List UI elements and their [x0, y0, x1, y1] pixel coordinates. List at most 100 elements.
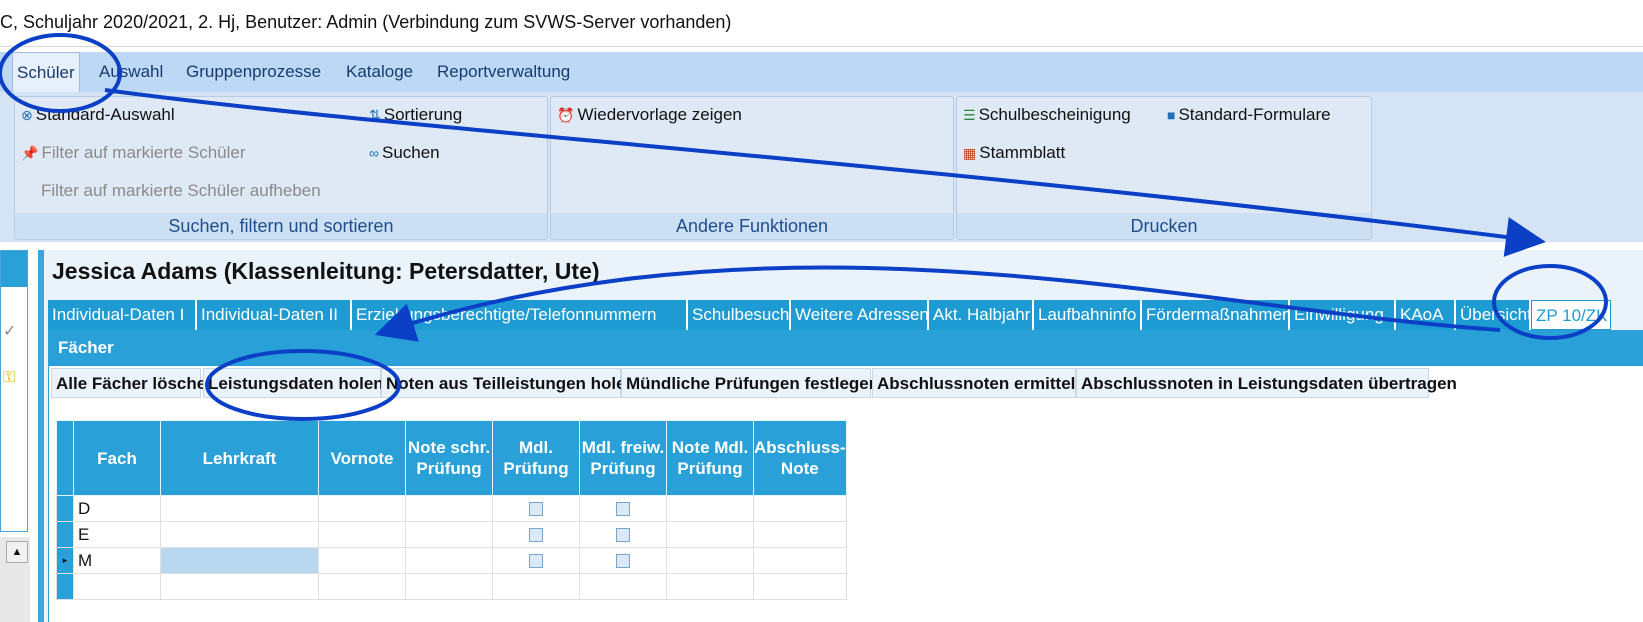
oral-exams-button[interactable]: Mündliche Prüfungen festlegen: [621, 368, 879, 398]
row-indicator-header: [56, 420, 74, 496]
checkbox[interactable]: [529, 502, 543, 517]
cell-abschlussnote[interactable]: [753, 495, 847, 522]
column-header-mdl-freiw[interactable]: Mdl. freiw. Prüfung: [579, 420, 667, 496]
tab-individual-daten-2[interactable]: Individual-Daten II: [197, 300, 352, 330]
cell-note-mdl[interactable]: [666, 573, 754, 600]
chart-icon: ▦: [963, 145, 977, 161]
grades-from-partial-button[interactable]: Noten aus Teilleistungen holen: [381, 368, 636, 398]
ribbon-group-other: ⏰ Wiedervorlage zeigen Andere Funktionen: [550, 96, 954, 240]
menu-tab-gruppenprozesse[interactable]: Gruppenprozesse: [182, 52, 325, 92]
column-header-mdl-pruefung[interactable]: Mdl. Prüfung: [492, 420, 580, 496]
cell-fach[interactable]: E: [73, 521, 161, 548]
tab-uebersicht[interactable]: Übersicht: [1456, 300, 1532, 330]
determine-final-grades-button[interactable]: Abschlussnoten ermitteln: [872, 368, 1086, 398]
checkbox[interactable]: [616, 528, 630, 543]
cell-mdl-freiw[interactable]: [579, 495, 667, 522]
table-row[interactable]: ▸ M: [56, 547, 847, 574]
checkbox[interactable]: [616, 554, 630, 569]
cell-fach[interactable]: D: [73, 495, 161, 522]
cell-note-mdl[interactable]: [666, 547, 754, 574]
tab-schulbesuch[interactable]: Schulbesuch: [688, 300, 791, 330]
cell-mdl-pruefung[interactable]: [492, 547, 580, 574]
cell-mdl-freiw[interactable]: [579, 521, 667, 548]
cell-vornote[interactable]: [318, 495, 406, 522]
sort-button[interactable]: ⇅ Sortierung: [369, 105, 462, 125]
cell-note-mdl[interactable]: [666, 521, 754, 548]
scroll-up-icon[interactable]: ▲: [6, 541, 28, 563]
tab-erziehungsberechtigte[interactable]: Erziehungsberechtigte/Telefonnummern: [352, 300, 688, 330]
filter-marked-button[interactable]: 📌 Filter auf markierte Schüler: [21, 143, 246, 163]
menu-tab-kataloge[interactable]: Kataloge: [342, 52, 417, 92]
cell-abschlussnote[interactable]: [753, 521, 847, 548]
menu-tab-auswahl[interactable]: Auswahl: [95, 52, 167, 92]
cell-note-mdl[interactable]: [666, 495, 754, 522]
cell-vornote[interactable]: [318, 573, 406, 600]
cell-fach[interactable]: [73, 573, 161, 600]
cell-abschlussnote[interactable]: [753, 547, 847, 574]
cell-mdl-freiw[interactable]: [579, 547, 667, 574]
tab-akt-halbjahr[interactable]: Akt. Halbjahr: [929, 300, 1034, 330]
cell-note-schr[interactable]: [405, 521, 493, 548]
column-header-note-mdl[interactable]: Note Mdl. Prüfung: [666, 420, 754, 496]
tab-zp10-zk[interactable]: ZP 10/ZK: [1531, 300, 1611, 330]
delete-all-subjects-button[interactable]: Alle Fächer löschen: [51, 368, 217, 398]
cell-note-schr[interactable]: [405, 573, 493, 600]
column-header-abschlussnote[interactable]: Abschluss-Note: [753, 420, 847, 496]
resubmission-button[interactable]: ⏰ Wiedervorlage zeigen: [557, 105, 742, 125]
row-indicator: [56, 495, 74, 522]
cell-mdl-pruefung[interactable]: [492, 573, 580, 600]
ribbon-group-search: ⊗ Standard-Auswahl 📌 Filter auf markierte …: [14, 96, 548, 240]
certificate-icon: ☰: [963, 107, 976, 123]
standard-selection-button[interactable]: ⊗ Standard-Auswahl: [21, 105, 175, 125]
cell-abschlussnote[interactable]: [753, 573, 847, 600]
search-button[interactable]: ∞ Suchen: [369, 143, 440, 163]
tab-individual-daten-1[interactable]: Individual-Daten I: [48, 300, 197, 330]
column-header-note-schr[interactable]: Note schr. Prüfung: [405, 420, 493, 496]
checkbox[interactable]: [529, 554, 543, 569]
checkbox[interactable]: [616, 502, 630, 517]
student-title: Jessica Adams (Klassenleitung: Petersdat…: [52, 258, 600, 284]
reset-icon: ⊗: [21, 107, 33, 123]
table-row[interactable]: E: [56, 521, 847, 548]
fetch-performance-data-button[interactable]: Leistungsdaten holen: [203, 368, 384, 398]
tab-foerdermassnahmen[interactable]: Fördermaßnahmen: [1142, 300, 1292, 330]
certificate-button[interactable]: ☰ Schulbescheinigung: [963, 105, 1131, 125]
cell-mdl-freiw[interactable]: [579, 573, 667, 600]
student-list-header: [1, 251, 27, 287]
cell-lehrkraft[interactable]: [160, 547, 319, 574]
cell-note-schr[interactable]: [405, 495, 493, 522]
column-header-fach[interactable]: Fach: [73, 420, 161, 496]
cell-mdl-pruefung[interactable]: [492, 521, 580, 548]
cell-note-schr[interactable]: [405, 547, 493, 574]
cell-mdl-pruefung[interactable]: [492, 495, 580, 522]
title-bar: C, Schuljahr 2020/2021, 2. Hj, Benutzer:…: [0, 0, 1643, 47]
student-list-pane: ✓ ⚿: [0, 250, 28, 532]
column-header-lehrkraft[interactable]: Lehrkraft: [160, 420, 319, 496]
menu-tab-schueler[interactable]: Schüler: [12, 52, 80, 93]
column-header-vornote[interactable]: Vornote: [318, 420, 406, 496]
tab-kaoa[interactable]: KAoA: [1396, 300, 1456, 330]
cell-vornote[interactable]: [318, 547, 406, 574]
menu-tab-reportverwaltung[interactable]: Reportverwaltung: [433, 52, 574, 92]
table-row[interactable]: D: [56, 495, 847, 522]
filter-remove-button[interactable]: Filter auf markierte Schüler aufheben: [41, 181, 321, 201]
checkbox[interactable]: [529, 528, 543, 543]
subjects-table: Fach Lehrkraft Vornote Note schr. Prüfun…: [56, 420, 847, 600]
tab-einwilligung[interactable]: Einwilligung: [1290, 300, 1396, 330]
scrollbar[interactable]: ▲: [0, 537, 30, 622]
tab-weitere-adressen[interactable]: Weitere Adressen: [791, 300, 929, 330]
cell-vornote[interactable]: [318, 521, 406, 548]
table-row[interactable]: [56, 573, 847, 600]
group-caption-other: Andere Funktionen: [551, 213, 953, 239]
binoculars-icon: ∞: [369, 145, 379, 161]
cell-fach[interactable]: M: [73, 547, 161, 574]
cell-lehrkraft[interactable]: [160, 573, 319, 600]
tab-laufbahninfo[interactable]: Laufbahninfo: [1034, 300, 1142, 330]
cell-lehrkraft[interactable]: [160, 521, 319, 548]
cell-lehrkraft[interactable]: [160, 495, 319, 522]
standard-forms-button[interactable]: ■ Standard-Formulare: [1167, 105, 1331, 125]
ribbon-group-print: ☰ Schulbescheinigung ■ Standard-Formulare …: [956, 96, 1372, 240]
master-sheet-button[interactable]: ▦ Stammblatt: [963, 143, 1065, 163]
check-icon: ✓: [3, 323, 17, 340]
transfer-final-grades-button[interactable]: Abschlussnoten in Leistungsdaten übertra…: [1076, 368, 1457, 398]
